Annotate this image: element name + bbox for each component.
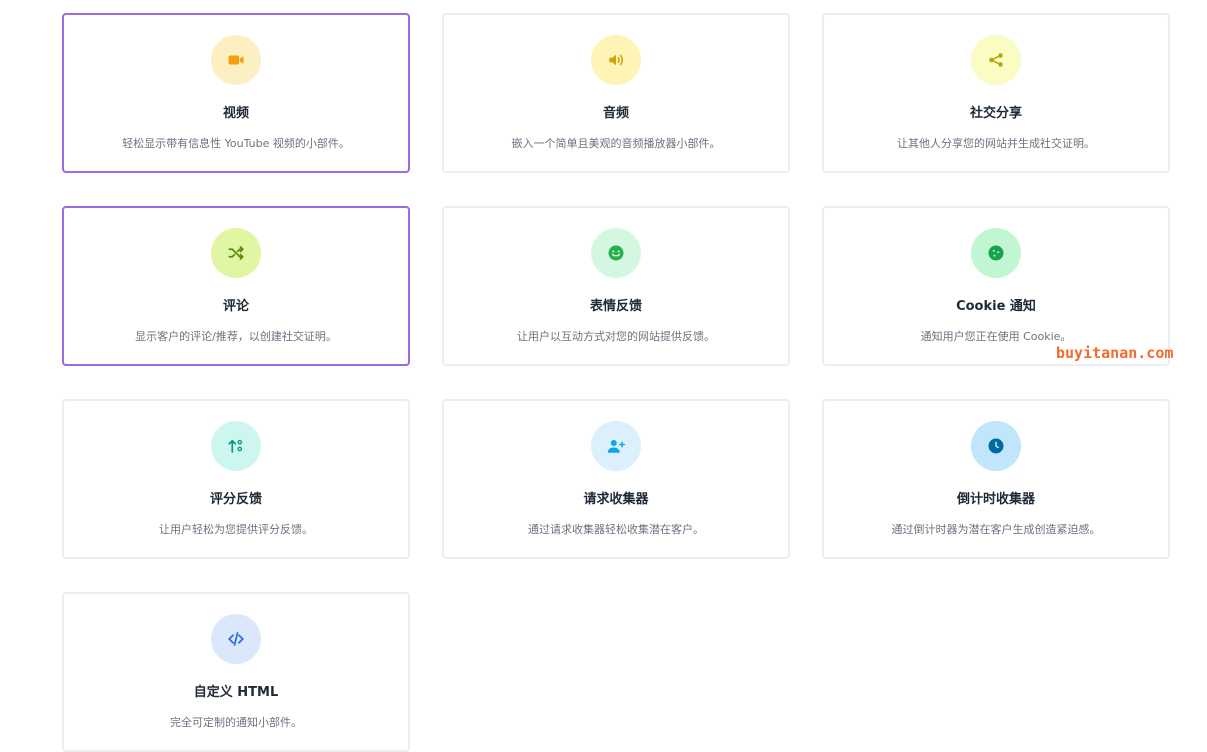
widget-title: 表情反馈 [589,299,642,314]
widget-card[interactable]: 表情反馈让用户以互动方式对您的网站提供反馈。 [442,206,790,366]
widget-description: 通过倒计时器为潜在客户生成创造紧迫感。 [891,523,1101,536]
widget-card[interactable]: 请求收集器通过请求收集器轻松收集潜在客户。 [442,399,790,559]
widget-description: 通知用户您正在使用 Cookie。 [920,330,1072,343]
widget-title: 自定义 HTML [193,685,279,700]
smile-icon [591,228,641,278]
widget-title: 音频 [602,106,629,121]
widget-title: 倒计时收集器 [956,492,1035,507]
widget-description: 通过请求收集器轻松收集潜在客户。 [528,523,704,536]
widget-card[interactable]: Cookie 通知通知用户您正在使用 Cookie。 [822,206,1170,366]
widget-description: 完全可定制的通知小部件。 [170,716,302,729]
video-icon [211,35,261,85]
audio-icon [591,35,641,85]
widget-description: 显示客户的评论/推荐，以创建社交证明。 [135,330,337,343]
widget-description: 让其他人分享您的网站并生成社交证明。 [897,137,1095,150]
widget-title: 评论 [222,299,249,314]
widget-card[interactable]: 视频轻松显示带有信息性 YouTube 视频的小部件。 [62,13,410,173]
widget-description: 嵌入一个简单且美观的音频播放器小部件。 [511,137,721,150]
widget-title: 视频 [222,106,249,121]
watermark: buyitanan.com [1056,344,1174,362]
sort-icon [211,421,261,471]
widget-grid: 视频 轻松显示带有信息性 YouTube 视频的小部件。 音频 嵌入一个简单且美观的音… [62,13,1170,752]
widget-description: 让用户以互动方式对您的网站提供反馈。 [517,330,715,343]
widget-title: Cookie 通知 [956,299,1036,314]
cookie-icon [971,228,1021,278]
widget-card[interactable]: 倒计时收集器通过倒计时器为潜在客户生成创造紧迫感。 [822,399,1170,559]
widget-title: 社交分享 [969,106,1022,121]
widget-title: 请求收集器 [583,492,649,507]
widget-card[interactable]: 评论显示客户的评论/推荐，以创建社交证明。 [62,206,410,366]
widget-card[interactable]: 社交分享让其他人分享您的网站并生成社交证明。 [822,13,1170,173]
widget-description: 让用户轻松为您提供评分反馈。 [159,523,313,536]
clock-icon [971,421,1021,471]
widget-card[interactable]: 评分反馈让用户轻松为您提供评分反馈。 [62,399,410,559]
share-icon [971,35,1021,85]
widget-card[interactable]: 自定义 HTML 完全可定制的通知小部件。 [62,592,410,752]
widget-title: 评分反馈 [209,492,262,507]
user-plus-icon [591,421,641,471]
shuffle-icon [211,228,261,278]
widget-card[interactable]: 音频嵌入一个简单且美观的音频播放器小部件。 [442,13,790,173]
widget-description: 轻松显示带有信息性 YouTube 视频的小部件。 [122,137,350,150]
code-icon [211,614,261,664]
